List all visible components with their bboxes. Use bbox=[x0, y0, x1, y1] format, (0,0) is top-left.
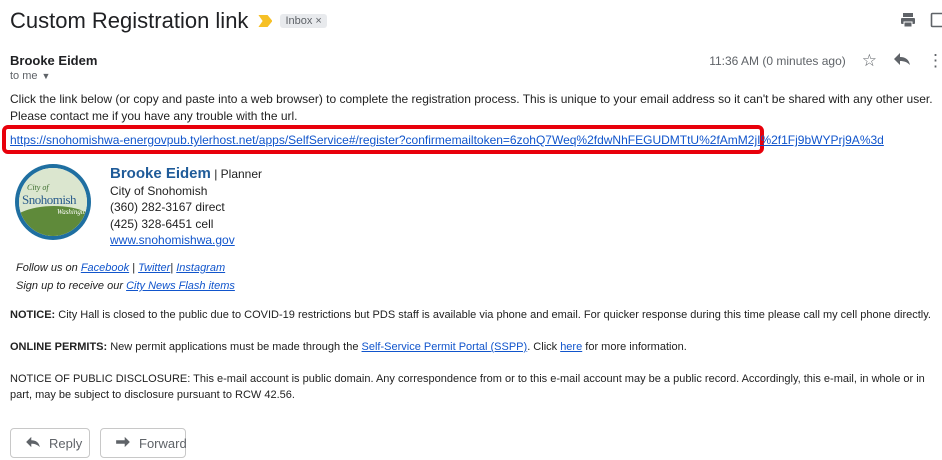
signature-website-link[interactable]: www.snohomishwa.gov bbox=[110, 233, 235, 247]
twitter-link[interactable]: Twitter bbox=[138, 262, 170, 274]
thread-toolbar bbox=[900, 12, 942, 32]
label-chip-inbox[interactable]: Inbox × bbox=[280, 14, 327, 28]
permits-text: New permit applications must be made thr… bbox=[107, 341, 362, 353]
city-logo: City of Snohomish Washington bbox=[15, 164, 91, 240]
message-time: 11:36 AM (0 minutes ago) bbox=[709, 53, 846, 68]
signature-title: | Planner bbox=[210, 167, 263, 181]
permits-mid-text: . Click bbox=[527, 341, 561, 353]
email-signature: Brooke Eidem | Planner City of Snohomish… bbox=[110, 165, 263, 249]
signature-name: Brooke Eidem bbox=[110, 165, 211, 182]
reply-icon bbox=[25, 436, 41, 451]
forward-button-label: Forward bbox=[139, 435, 187, 451]
chevron-down-icon[interactable]: ▼ bbox=[42, 71, 51, 81]
follow-prefix: Follow us on bbox=[16, 262, 81, 274]
online-permits-notice: ONLINE PERMITS: New permit applications … bbox=[10, 341, 687, 353]
subject-row: Custom Registration link Inbox × bbox=[10, 6, 942, 36]
instagram-link[interactable]: Instagram bbox=[176, 262, 225, 274]
reply-button-label: Reply bbox=[49, 435, 83, 451]
sender-name: Brooke Eidem bbox=[10, 53, 98, 68]
permit-portal-link[interactable]: Self-Service Permit Portal (SSPP) bbox=[362, 341, 528, 353]
permits-label: ONLINE PERMITS: bbox=[10, 341, 108, 353]
signature-phone-cell: (425) 328-6451 cell bbox=[110, 216, 214, 231]
public-disclosure-notice: NOTICE OF PUBLIC DISCLOSURE: This e-mail… bbox=[10, 373, 925, 401]
notice-label: NOTICE: bbox=[10, 309, 56, 321]
message-meta: 11:36 AM (0 minutes ago) ☆ ⋮ bbox=[709, 52, 942, 69]
important-marker-icon[interactable] bbox=[258, 15, 273, 27]
social-separator-1: | bbox=[129, 262, 139, 274]
recipient-text: to me bbox=[10, 70, 38, 82]
remove-label-icon[interactable]: × bbox=[315, 15, 321, 27]
email-body-text: Click the link below (or copy and paste … bbox=[10, 92, 933, 123]
forward-button[interactable]: Forward bbox=[100, 428, 187, 458]
reply-button[interactable]: Reply bbox=[10, 428, 90, 458]
reply-icon[interactable] bbox=[893, 52, 911, 69]
label-chip-text: Inbox bbox=[285, 15, 313, 27]
logo-tag-text: Washington bbox=[57, 208, 87, 216]
signup-prefix: Sign up to receive our bbox=[16, 280, 127, 292]
permits-end-text: for more information. bbox=[582, 341, 687, 353]
signature-org: City of Snohomish bbox=[110, 183, 208, 198]
notice-text: City Hall is closed to the public due to… bbox=[55, 309, 931, 321]
covid-notice: NOTICE: City Hall is closed to the publi… bbox=[10, 309, 942, 321]
star-icon[interactable]: ☆ bbox=[862, 52, 877, 69]
email-subject: Custom Registration link bbox=[10, 8, 249, 33]
print-icon[interactable] bbox=[900, 12, 916, 32]
forward-icon bbox=[115, 436, 131, 451]
social-links: Follow us on Facebook | Twitter| Instagr… bbox=[16, 259, 235, 295]
facebook-link[interactable]: Facebook bbox=[81, 262, 129, 274]
here-link[interactable]: here bbox=[560, 341, 582, 353]
logo-city-text: City of bbox=[27, 183, 49, 192]
more-options-icon[interactable]: ⋮ bbox=[927, 52, 942, 69]
news-flash-link[interactable]: City News Flash items bbox=[126, 280, 235, 292]
registration-link[interactable]: https://snohomishwa-energovpub.tylerhost… bbox=[10, 133, 884, 147]
recipient-details[interactable]: to me ▼ bbox=[10, 70, 50, 82]
open-in-new-window-icon[interactable] bbox=[930, 12, 942, 32]
signature-phone-direct: (360) 282-3167 direct bbox=[110, 200, 225, 214]
logo-name-text: Snohomish bbox=[22, 192, 77, 207]
